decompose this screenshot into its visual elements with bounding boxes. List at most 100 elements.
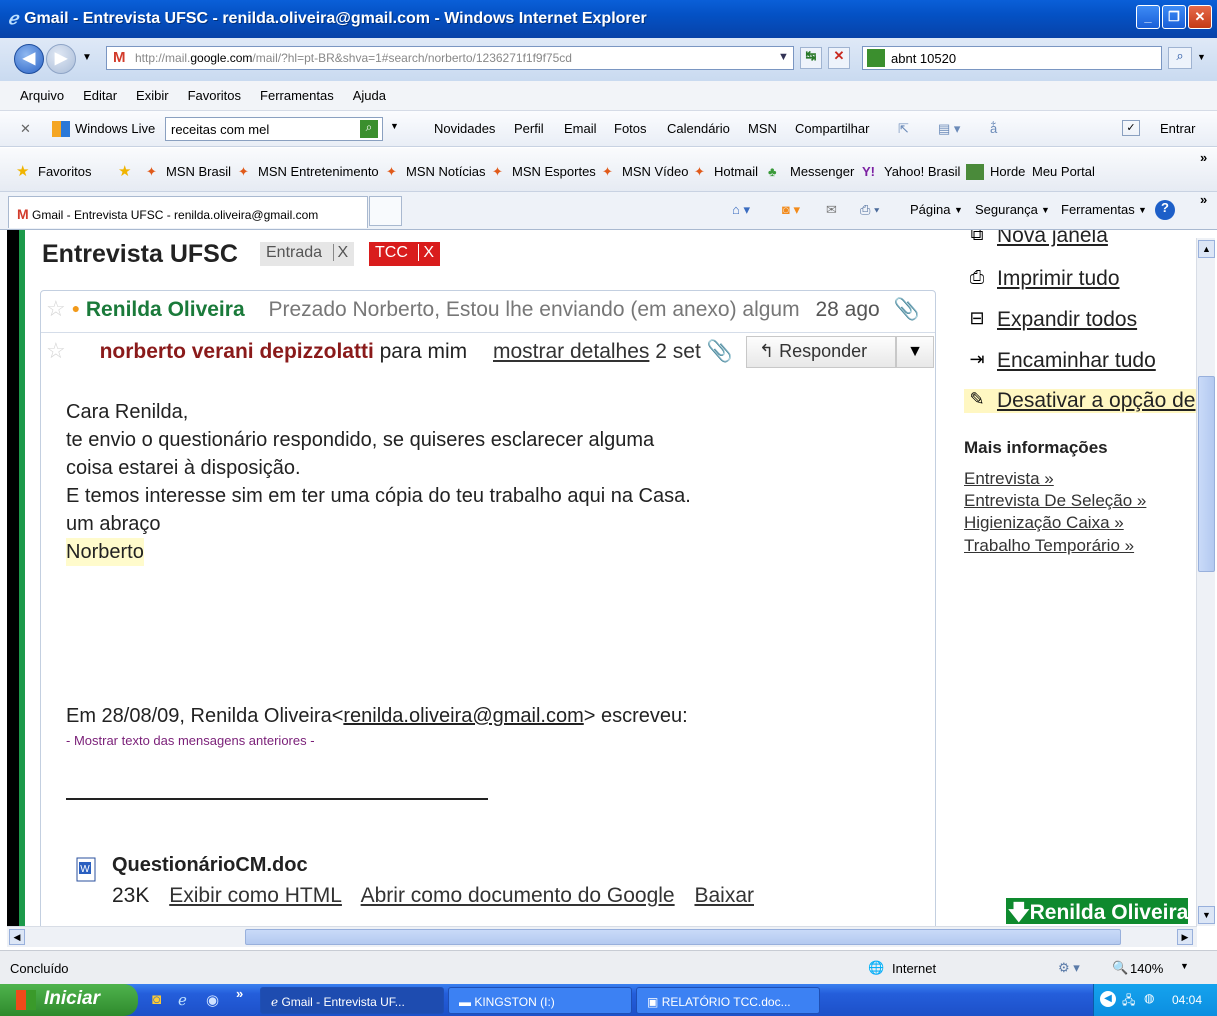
highlight-icon[interactable]: ▤ ▾: [938, 121, 960, 137]
more-actions-dropdown[interactable]: ▼: [896, 336, 934, 368]
live-link-email[interactable]: Email: [564, 121, 597, 136]
search-options-icon[interactable]: ▼: [1197, 52, 1206, 62]
add-favorite-icon[interactable]: ★: [118, 162, 131, 180]
star-icon[interactable]: ☆: [46, 338, 66, 363]
fav-msn-entretenimento[interactable]: MSN Entretenimento: [258, 164, 379, 179]
fav-msn-brasil[interactable]: MSN Brasil: [166, 164, 231, 179]
related-link[interactable]: Trabalho Temporário »: [964, 536, 1134, 556]
fav-msn-noticias[interactable]: MSN Notícias: [406, 164, 485, 179]
scroll-up-icon[interactable]: ▲: [1198, 240, 1215, 258]
live-link-novidades[interactable]: Novidades: [434, 121, 495, 136]
related-link[interactable]: Higienização Caixa »: [964, 513, 1124, 533]
help-icon[interactable]: ?: [1155, 200, 1175, 220]
forward-button[interactable]: ▶: [46, 44, 76, 74]
translate-icon[interactable]: a͋: [990, 121, 997, 136]
related-link[interactable]: Entrevista De Seleção »: [964, 491, 1146, 511]
clock[interactable]: 04:04: [1172, 993, 1202, 1007]
protected-mode-icon[interactable]: ⚙ ▾: [1058, 960, 1080, 976]
live-link-calendario[interactable]: Calendário: [667, 121, 730, 136]
zoom-level[interactable]: 140%: [1130, 961, 1163, 976]
history-dropdown-icon[interactable]: ▼: [82, 52, 92, 63]
live-link-compartilhar[interactable]: Compartilhar: [795, 121, 869, 136]
more-tools-icon[interactable]: »: [1200, 192, 1207, 207]
reply-button[interactable]: ↰ Responder: [746, 336, 896, 368]
fav-yahoo-brasil[interactable]: Yahoo! Brasil: [884, 164, 960, 179]
new-window-action[interactable]: ⧉ Nova janela: [964, 230, 1108, 248]
menu-view[interactable]: Exibir: [136, 88, 169, 103]
menu-tools[interactable]: Ferramentas: [260, 88, 334, 103]
fav-horde[interactable]: Horde: [990, 164, 1025, 179]
start-button[interactable]: Iniciar: [0, 984, 138, 1016]
label-tcc-remove[interactable]: X: [418, 244, 435, 261]
disable-option-action[interactable]: ✎ Desativar a opção de: [964, 389, 1196, 413]
tray-expand-icon[interactable]: ◀: [1100, 991, 1116, 1007]
menu-edit[interactable]: Editar: [83, 88, 117, 103]
windows-live-brand[interactable]: Windows Live: [75, 121, 155, 136]
share-icon[interactable]: ⇱: [898, 121, 909, 137]
checkbox-icon[interactable]: ✓: [1122, 120, 1140, 136]
view-as-html-link[interactable]: Exibir como HTML: [169, 884, 342, 907]
scroll-down-icon[interactable]: ▼: [1198, 906, 1215, 924]
favorites-button[interactable]: Favoritos: [38, 164, 91, 179]
star-icon[interactable]: ☆: [46, 296, 66, 321]
mail-icon[interactable]: ✉: [826, 202, 837, 218]
menu-help[interactable]: Ajuda: [353, 88, 386, 103]
live-link-msn[interactable]: MSN: [748, 121, 777, 136]
search-field[interactable]: abnt 10520: [862, 46, 1162, 70]
quicklaunch-more-icon[interactable]: »: [236, 986, 243, 1001]
outlook-quicklaunch-icon[interactable]: ◙: [152, 991, 161, 1008]
url-field[interactable]: M http://mail.google.com/mail/?hl=pt-BR&…: [106, 46, 794, 70]
new-tab-button[interactable]: [369, 196, 402, 226]
stop-icon[interactable]: ✕: [828, 47, 850, 69]
minimize-button[interactable]: _: [1136, 5, 1160, 29]
horizontal-scroll-thumb[interactable]: [245, 929, 1121, 945]
volume-icon[interactable]: ◍: [1144, 991, 1154, 1005]
url-dropdown-icon[interactable]: ▼: [778, 51, 789, 63]
feeds-icon[interactable]: ◙ ▾: [782, 202, 800, 218]
download-link[interactable]: Baixar: [694, 884, 754, 907]
fav-meu-portal[interactable]: Meu Portal: [1032, 164, 1095, 179]
more-favorites-icon[interactable]: »: [1200, 150, 1207, 165]
live-search-dropdown-icon[interactable]: ▼: [390, 121, 399, 131]
live-link-fotos[interactable]: Fotos: [614, 121, 647, 136]
refresh-icon[interactable]: ↹: [800, 47, 822, 69]
label-entrada[interactable]: Entrada X: [260, 242, 355, 266]
fav-msn-video[interactable]: MSN Vídeo: [622, 164, 688, 179]
menu-file[interactable]: Arquivo: [20, 88, 64, 103]
close-button[interactable]: ✕: [1188, 5, 1212, 29]
expand-all-action[interactable]: ⊟ Expandir todos: [964, 308, 1137, 332]
vertical-scrollbar[interactable]: ▲ ▼: [1196, 238, 1215, 926]
browser-quicklaunch-icon[interactable]: ◉: [206, 991, 219, 1009]
show-quoted-text-link[interactable]: - Mostrar texto das mensagens anteriores…: [66, 733, 315, 748]
network-icon[interactable]: 🖧: [1122, 991, 1135, 1012]
fav-hotmail[interactable]: Hotmail: [714, 164, 758, 179]
menu-favorites[interactable]: Favoritos: [188, 88, 241, 103]
forward-all-action[interactable]: ⇥ Encaminhar tudo: [964, 349, 1155, 373]
task-gmail[interactable]: ℯ Gmail - Entrevista UF...: [260, 987, 444, 1014]
search-go-icon[interactable]: ⌕: [1168, 47, 1192, 69]
ie-quicklaunch-icon[interactable]: ℯ: [178, 991, 187, 1009]
scroll-left-icon[interactable]: ◀: [9, 929, 25, 945]
signin-link[interactable]: Entrar: [1160, 121, 1195, 136]
collapsed-message[interactable]: ☆ ● Renilda Oliveira Prezado Norberto, E…: [46, 296, 920, 322]
page-menu[interactable]: Página: [910, 202, 950, 217]
vertical-scroll-thumb[interactable]: [1198, 376, 1215, 572]
task-kingston[interactable]: ▬ KINGSTON (I:): [448, 987, 632, 1014]
label-tcc[interactable]: TCC X: [369, 242, 441, 266]
tab-gmail[interactable]: M Gmail - Entrevista UFSC - renilda.oliv…: [8, 196, 368, 228]
scroll-right-icon[interactable]: ▶: [1177, 929, 1193, 945]
security-menu[interactable]: Segurança: [975, 202, 1038, 217]
show-details-link[interactable]: mostrar detalhes: [493, 340, 649, 363]
close-toolbar-icon[interactable]: ✕: [20, 121, 31, 137]
quote-email-link[interactable]: renilda.oliveira@gmail.com: [343, 705, 583, 727]
back-button[interactable]: ◀: [14, 44, 44, 74]
maximize-button[interactable]: ❐: [1162, 5, 1186, 29]
zoom-dropdown-icon[interactable]: ▼: [1180, 961, 1189, 971]
fav-messenger[interactable]: Messenger: [790, 164, 854, 179]
print-icon[interactable]: ⎙ ▾: [860, 202, 879, 218]
task-word[interactable]: ▣ RELATÓRIO TCC.doc...: [636, 987, 820, 1014]
open-google-docs-link[interactable]: Abrir como documento do Google: [361, 884, 675, 907]
live-link-perfil[interactable]: Perfil: [514, 121, 544, 136]
live-search-go-icon[interactable]: ⌕: [360, 120, 378, 138]
home-icon[interactable]: ⌂ ▾: [732, 202, 750, 218]
